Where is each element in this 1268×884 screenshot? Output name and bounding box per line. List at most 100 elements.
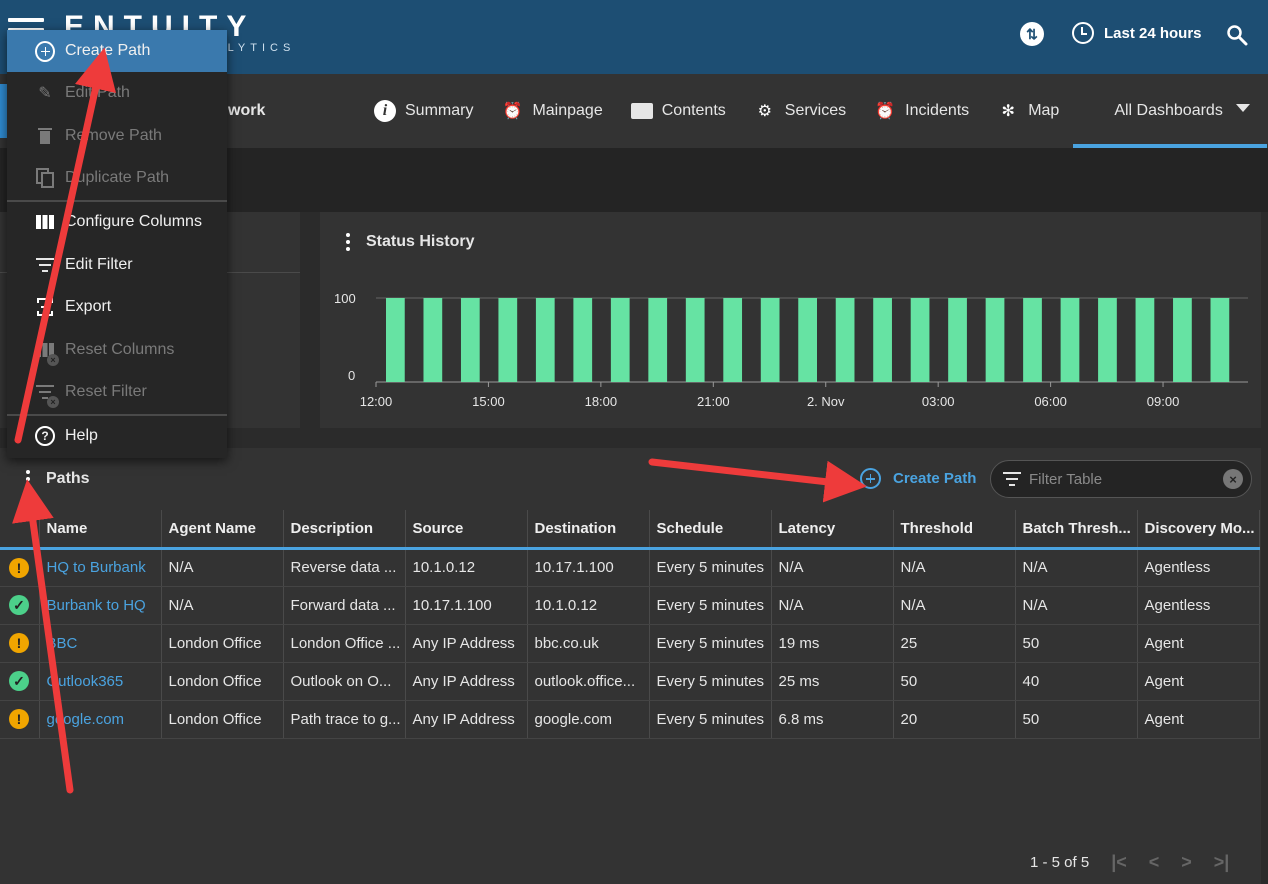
clear-icon[interactable]: ×	[1223, 469, 1243, 489]
next-page-icon[interactable]: >	[1181, 852, 1192, 873]
x-tick-label: 06:00	[1034, 394, 1067, 409]
cell-latency: N/A	[771, 586, 894, 625]
menu-item-reset-filter[interactable]: × Reset Filter	[7, 371, 227, 413]
cell-source: 10.17.1.100	[405, 586, 528, 625]
menu-item-reset-columns[interactable]: × Reset Columns	[7, 329, 227, 371]
time-range-selector[interactable]: Last 24 hours	[1072, 22, 1202, 44]
status-bar	[1173, 298, 1192, 382]
pagination: 1 - 5 of 5 |< < > >|	[1030, 852, 1229, 873]
menu-item-help[interactable]: ? Help	[7, 415, 227, 457]
cell-description: London Office ...	[283, 624, 406, 663]
cell-latency: 6.8 ms	[771, 700, 894, 739]
x-tick-label: 2. Nov	[807, 394, 845, 409]
path-name-link[interactable]: HQ to Burbank	[39, 548, 162, 587]
paths-table: Name Agent Name Description Source Desti…	[0, 510, 1260, 739]
status-bar	[948, 298, 967, 382]
y-tick-label: 0	[348, 368, 355, 383]
help-icon: ?	[35, 426, 55, 446]
reset-filter-icon: ×	[35, 382, 59, 408]
tab-summary[interactable]: i Summary	[360, 74, 487, 148]
kebab-menu-icon[interactable]	[346, 233, 350, 251]
column-header[interactable]: Destination	[527, 510, 650, 550]
services-gear-icon: ⚙	[757, 103, 772, 120]
column-header[interactable]: Name	[39, 510, 162, 550]
prev-page-icon[interactable]: <	[1149, 852, 1160, 873]
cell-agent: N/A	[161, 586, 284, 625]
path-name-link[interactable]: Outlook365	[39, 662, 162, 701]
tab-services[interactable]: ⚙ Services	[740, 74, 860, 148]
path-name-link[interactable]: google.com	[39, 700, 162, 739]
cell-schedule: Every 5 minutes	[649, 662, 772, 701]
column-header[interactable]: Agent Name	[161, 510, 284, 550]
status-bar	[1135, 298, 1155, 382]
nav-breadcrumb[interactable]: work	[228, 102, 265, 120]
x-tick-label: 03:00	[922, 394, 955, 409]
tab-all-dashboards[interactable]: All Dashboards	[1073, 74, 1267, 148]
cell-agent: N/A	[161, 548, 284, 587]
table-row[interactable]: ! google.com London Office Path trace to…	[0, 700, 1260, 739]
column-header[interactable]: Source	[405, 510, 528, 550]
cell-schedule: Every 5 minutes	[649, 624, 772, 663]
tab-label: Mainpage	[532, 102, 603, 119]
search-icon[interactable]	[1226, 24, 1248, 46]
table-row[interactable]: ! HQ to Burbank N/A Reverse data ... 10.…	[0, 548, 1260, 587]
cell-threshold: 20	[893, 700, 1016, 739]
column-header[interactable]: Schedule	[649, 510, 772, 550]
column-header-status	[0, 510, 40, 550]
menu-item-remove-path[interactable]: Remove Path	[7, 115, 227, 157]
tab-incidents[interactable]: ⏰ Incidents	[860, 74, 983, 148]
copy-icon	[35, 168, 55, 188]
status-bar	[386, 298, 405, 382]
tab-map[interactable]: ✻ Map	[983, 74, 1073, 148]
tab-mainpage[interactable]: ⏰ Mainpage	[487, 74, 616, 148]
status-history-panel: Status History 100 0 12:00 15:00 18:00 21:00 2…	[320, 212, 1261, 428]
cell-threshold: N/A	[893, 548, 1016, 587]
tab-label: Summary	[405, 102, 474, 119]
menu-item-create-path[interactable]: Create Path	[7, 30, 227, 72]
menu-item-label: Help	[65, 427, 98, 444]
column-header[interactable]: Discovery Mo...	[1137, 510, 1260, 550]
pencil-icon: ✎	[38, 85, 52, 102]
folder-icon	[630, 103, 653, 119]
status-bar	[798, 298, 817, 382]
path-name-link[interactable]: Burbank to HQ	[39, 586, 162, 625]
time-range-label: Last 24 hours	[1104, 24, 1202, 42]
last-page-icon[interactable]: >|	[1214, 852, 1230, 873]
menu-item-duplicate-path[interactable]: Duplicate Path	[7, 157, 227, 199]
cell-schedule: Every 5 minutes	[649, 700, 772, 739]
column-header[interactable]: Batch Thresh...	[1015, 510, 1138, 550]
menu-item-export[interactable]: Export	[7, 286, 227, 328]
menu-item-configure-columns[interactable]: Configure Columns	[7, 201, 227, 243]
sync-icon[interactable]: ⇅	[1020, 22, 1044, 46]
status-bar	[985, 298, 1005, 382]
status-bar	[1210, 298, 1230, 382]
cell-latency: N/A	[771, 548, 894, 587]
filter-table-input[interactable]	[1029, 470, 1219, 488]
menu-item-edit-filter[interactable]: Edit Filter	[7, 244, 227, 286]
first-page-icon[interactable]: |<	[1111, 852, 1127, 873]
cell-batch-threshold: 50	[1015, 700, 1138, 739]
create-path-button[interactable]: Create Path	[860, 468, 976, 489]
kebab-menu-icon[interactable]	[26, 470, 30, 488]
table-row[interactable]: ✓ Burbank to HQ N/A Forward data ... 10.…	[0, 586, 1260, 625]
plus-circle-icon	[35, 40, 55, 62]
alarm-check-icon: ⏰	[502, 103, 523, 120]
table-row[interactable]: ✓ Outlook365 London Office Outlook on O.…	[0, 662, 1260, 701]
column-header[interactable]: Description	[283, 510, 406, 550]
cell-description: Forward data ...	[283, 586, 406, 625]
menu-item-edit-path[interactable]: ✎ Edit Path	[7, 72, 227, 114]
cell-threshold: N/A	[893, 586, 1016, 625]
path-name-link[interactable]: BBC	[39, 624, 162, 663]
menu-item-label: Duplicate Path	[65, 169, 170, 186]
dashboard-tabs: i Summary ⏰ Mainpage Contents ⚙ Services…	[360, 74, 1267, 148]
menu-item-label: Edit Filter	[65, 256, 133, 273]
table-row[interactable]: ! BBC London Office London Office ... An…	[0, 624, 1260, 663]
chevron-down-icon[interactable]	[1236, 104, 1250, 112]
column-header[interactable]: Latency	[771, 510, 894, 550]
columns-icon	[35, 212, 55, 232]
tab-contents[interactable]: Contents	[617, 74, 740, 148]
ok-status-icon: ✓	[9, 595, 29, 615]
status-bar	[460, 298, 480, 382]
column-header[interactable]: Threshold	[893, 510, 1016, 550]
export-icon	[35, 297, 55, 317]
